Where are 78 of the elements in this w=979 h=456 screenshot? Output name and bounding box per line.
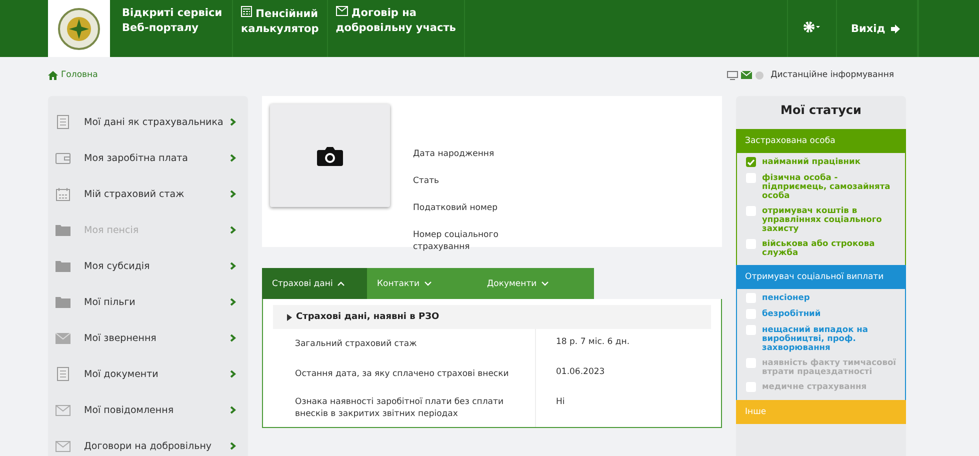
monitor-icon <box>726 70 738 80</box>
document-icon <box>55 367 71 381</box>
sidebar-item[interactable]: Мої дані як страхувальника <box>48 104 248 140</box>
chevron-icon <box>230 334 236 342</box>
chevron-icon <box>336 281 345 286</box>
portal-link[interactable]: Відкриті сервіси Веб-порталу <box>110 0 233 57</box>
chevron-icon <box>230 406 236 414</box>
panel-title: Мої статуси <box>780 103 862 119</box>
row-value: Ні <box>555 396 565 409</box>
status-label: медичне страхування <box>762 382 867 391</box>
envelope-icon <box>740 71 752 79</box>
status-label: найманий працівник <box>762 157 860 166</box>
chevron-icon <box>230 298 236 306</box>
photo-placeholder[interactable] <box>270 104 390 207</box>
logout-link[interactable]: Вихід <box>837 0 918 57</box>
folder-icon <box>55 296 71 308</box>
sidebar-item[interactable]: Договори на добровільну <box>48 428 248 456</box>
folder-icon <box>55 224 71 236</box>
envelope-icon <box>55 440 71 452</box>
calendar-icon <box>55 188 71 200</box>
circle-icon <box>754 70 764 80</box>
document-icon <box>55 115 71 129</box>
group-header: Інше <box>736 400 906 424</box>
settings-button[interactable] <box>787 0 837 57</box>
status-label: пенсіонер <box>762 293 810 302</box>
sidebar-item[interactable]: Мої звернення <box>48 320 248 356</box>
envelope-icon <box>336 6 348 16</box>
calculator-icon <box>241 6 252 17</box>
triangle-icon <box>287 314 292 320</box>
row-value: 18 р. 7 міс. 6 дн. <box>555 336 630 349</box>
remote-info-link[interactable]: Дистанційне інформування <box>770 70 894 80</box>
row-label: Ознака наявності заробітної плати без сплати внесків в закритих звітних періодах <box>273 389 536 427</box>
field-label: Податковий номер <box>413 202 499 214</box>
section-title[interactable]: Страхові дані, наявні в РЗО <box>273 305 711 329</box>
field-label: Дата народження <box>413 148 496 160</box>
check-icon <box>747 158 755 166</box>
chevron-icon <box>230 262 236 270</box>
chevron-icon <box>230 154 236 162</box>
home-link[interactable]: Головна <box>48 70 98 80</box>
row-value: 01.06.2023 <box>555 366 605 379</box>
checkbox[interactable] <box>746 157 756 167</box>
status-label: фізична особа - підприємець, самозайнята особа <box>762 173 892 200</box>
sidebar-item[interactable]: Мої пільги <box>48 284 248 320</box>
nav-link[interactable]: Договір на добровільну участь <box>328 0 465 57</box>
status-label: безробітний <box>762 309 821 318</box>
group-header: Отримувач соціальної виплати <box>736 265 906 289</box>
chevron-icon <box>230 442 236 450</box>
wallet-icon <box>55 152 71 164</box>
logo-icon[interactable] <box>48 0 110 57</box>
chevron-icon <box>540 281 549 286</box>
group-header: Застрахована особа <box>736 129 906 153</box>
row-label: Остання дата, за яку сплачено страхові внески <box>273 359 536 389</box>
status-label: нещасний випадок на виробництві, проф. захворювання <box>762 325 869 352</box>
field-label: Стать <box>413 175 440 187</box>
status-label: отримувач коштів в управліннях соціального захисту <box>762 206 883 233</box>
chevron-icon <box>230 118 236 126</box>
tab[interactable]: Страхові дані <box>262 268 367 299</box>
status-label: наявність факту тимчасової втрати працездатності <box>762 358 898 376</box>
sidebar-item[interactable]: Моя заробітна плата <box>48 140 248 176</box>
gear-icon <box>803 21 821 33</box>
sidebar-item[interactable]: Мій страховий стаж <box>48 176 248 212</box>
chevron-icon <box>230 190 236 198</box>
nav-link[interactable]: Пенсійний калькулятор <box>233 0 328 57</box>
folder-icon <box>55 260 71 272</box>
sidebar-item[interactable]: Моя субсидія <box>48 248 248 284</box>
chevron-icon <box>424 281 432 286</box>
camera-icon <box>317 146 343 166</box>
field-label: Номер соціального страхування <box>413 229 500 253</box>
sidebar-item[interactable]: Мої документи <box>48 356 248 392</box>
envelope-icon <box>55 404 71 416</box>
chevron-icon <box>230 370 236 378</box>
envelope-icon <box>55 332 71 344</box>
chevron-icon <box>230 226 236 234</box>
status-label: військова або строкова служба <box>762 239 876 257</box>
exit-icon <box>890 24 902 34</box>
row-label: Загальний страховий стаж <box>273 329 536 359</box>
sidebar-item[interactable]: Мої повідомлення <box>48 392 248 428</box>
home-icon <box>48 70 58 80</box>
